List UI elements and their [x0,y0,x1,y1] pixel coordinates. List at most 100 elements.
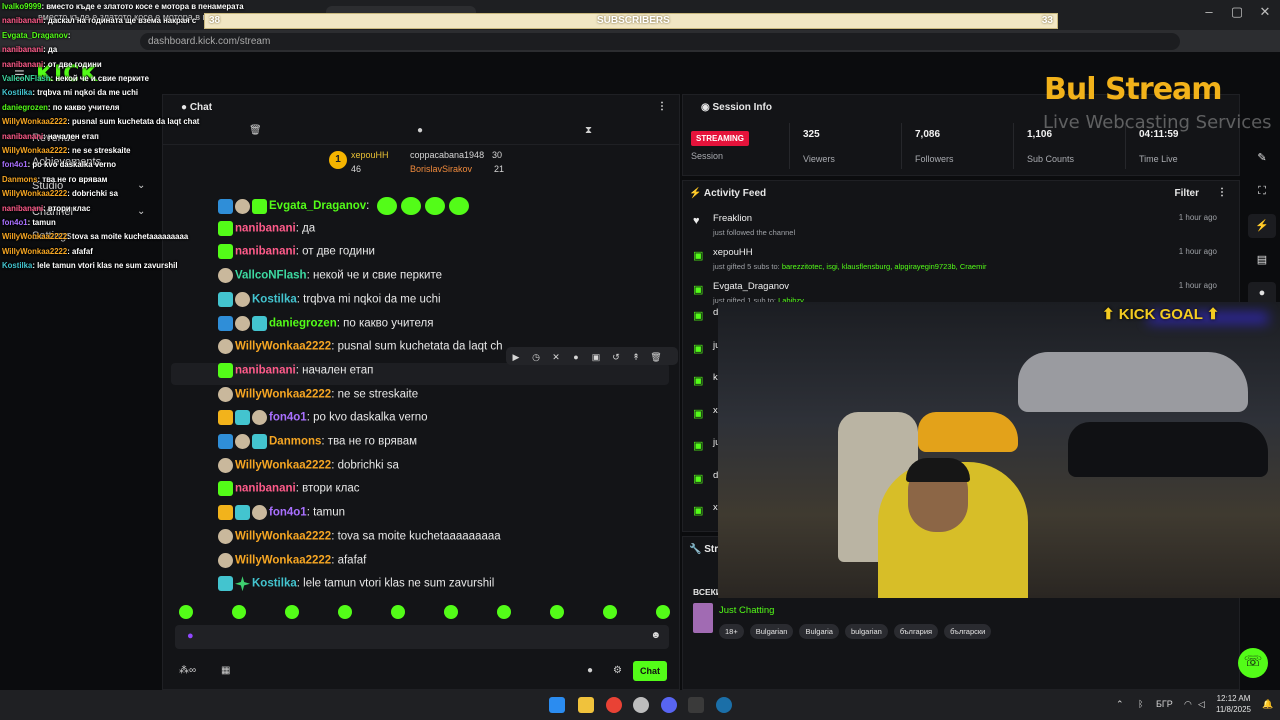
chat-message[interactable]: Kostilka: lele tamun vtori klas ne sum z… [163,576,671,598]
more-options-icon[interactable]: ⋮ [1217,187,1227,198]
trash-icon[interactable]: 🗑 [249,125,262,136]
chat-input[interactable] [175,625,615,647]
chat-username[interactable]: nanibanani [235,483,296,495]
stream-tag[interactable]: Bulgaria [799,624,839,639]
chat-username[interactable]: fon4o1 [269,507,307,519]
play-icon[interactable]: ▶ [506,349,526,363]
file-explorer-icon[interactable] [578,697,594,713]
stream-tag[interactable]: Bulgarian [749,624,794,639]
emote-icon[interactable] [179,605,193,619]
chevron-down-icon[interactable]: ⌄ [137,206,145,217]
stream-tag[interactable]: български [944,624,992,639]
chat-username[interactable]: WillyWonkaa2222 [235,341,331,353]
chat-username[interactable]: nanibanani [235,246,296,258]
activity-rail-icon[interactable]: ⚡ [1248,214,1276,238]
notes-icon[interactable]: ▤ [1248,248,1276,272]
more-options-icon[interactable]: ⋮ [657,101,667,112]
maximize-icon[interactable]: ▢ [1222,4,1252,20]
emote-icon[interactable] [391,605,405,619]
undo-icon[interactable]: ↺ [606,349,626,363]
emoji-icon[interactable]: ☻ [650,630,661,641]
chat-message[interactable]: WillyWonkaa2222: tova sa moite kuchetaaa… [163,528,671,551]
chat-bubble-icon[interactable]: ● [417,125,423,136]
category-name[interactable]: Just Chatting [719,605,774,616]
chat-username[interactable]: Kostilka [252,578,297,590]
emote-icon[interactable] [656,605,670,619]
chat-message[interactable]: daniegrozen: по какво учителя [163,315,671,338]
pin-icon[interactable]: ↟ [626,349,646,363]
chat-message[interactable]: WillyWonkaa2222: dobrichki sa [163,457,671,480]
support-chat-icon[interactable]: ☏ [1238,648,1268,678]
chat-username[interactable]: WillyWonkaa2222 [235,530,331,542]
browser-icon[interactable] [633,697,649,713]
chat-username[interactable]: WillyWonkaa2222 [235,459,331,471]
volume-icon[interactable]: ◁ [1198,699,1205,710]
emote-icon[interactable] [285,605,299,619]
points-icon[interactable]: ⁂∞ [179,665,196,676]
chevron-down-icon[interactable]: ⌄ [137,180,145,191]
hourglass-icon[interactable]: ⧗ [585,125,592,136]
chat-message[interactable]: WillyWonkaa2222: ne se streskaite [163,386,671,409]
chat-message[interactable]: fon4o1: po kvo daskalka verno [163,410,671,432]
terminal-icon[interactable] [688,697,704,713]
store-icon[interactable]: ▦ [221,665,230,676]
chat-username[interactable]: WillyWonkaa2222 [235,388,331,400]
chat-username[interactable]: fon4o1 [269,412,307,424]
stream-tag[interactable]: 18+ [719,624,744,639]
chat-message[interactable]: nanibanani: начален етап [171,362,669,385]
windows-start-icon[interactable] [549,697,565,713]
mute-icon[interactable]: ✕ [546,349,566,363]
steam-icon[interactable] [716,697,732,713]
chat-message[interactable]: VallcoNFlash: некой че и свие перките [163,268,671,290]
discord-icon[interactable] [661,697,677,713]
copy-icon[interactable]: ▣ [586,349,606,363]
bluetooth-icon[interactable]: ᛒ [1138,699,1143,709]
clock[interactable]: 12:12 AM 11/8/2025 [1216,693,1251,715]
language-indicator[interactable]: БГР [1156,699,1173,709]
emote-icon[interactable] [232,605,246,619]
chat-message[interactable]: nanibanani: от две години [163,244,671,266]
chrome-icon[interactable] [606,697,622,713]
chat-message[interactable]: Kostilka: trqbva mi nqkoi da me uchi [163,291,671,314]
stream-tag[interactable]: bulgarian [844,624,888,639]
send-chat-button[interactable]: Chat [633,661,667,681]
emote-icon[interactable] [603,605,617,619]
chat-message[interactable]: Evgata_Draganov: [163,197,671,219]
activity-item[interactable]: ♥ Freaklion just followed the channel 1 ho… [693,213,1229,237]
chat-username[interactable]: nanibanani [235,222,296,234]
stream-tag[interactable]: българия [893,624,939,639]
emote-icon[interactable] [338,605,352,619]
chat-username[interactable]: Kostilka [252,293,297,305]
chat-username[interactable]: Danmons [269,436,321,448]
gear-icon[interactable]: ⚙ [613,665,622,676]
filter-button[interactable]: Filter [1175,188,1199,199]
chat-username[interactable]: nanibanani [235,364,296,376]
chat-settings-bubble-icon[interactable]: ● [587,665,593,676]
edit-icon[interactable]: ✎ [1248,146,1276,170]
chat-username[interactable]: Evgata_Draganov [269,200,366,212]
delete-icon[interactable]: 🗑 [646,349,666,363]
chat-message[interactable]: Danmons: тва не го врявам [163,434,671,456]
emote-icon[interactable] [444,605,458,619]
emote-icon[interactable] [497,605,511,619]
close-icon[interactable]: ✕ [1250,4,1280,20]
overlay-chat-line: VallcoNFlash: некой че и свие перките [2,74,149,83]
clock-icon[interactable]: ◷ [526,349,546,363]
chat-username[interactable]: VallcoNFlash [235,270,307,282]
mic-icon[interactable]: ● [187,630,194,642]
minimize-icon[interactable]: – [1194,4,1224,19]
chat-username[interactable]: WillyWonkaa2222 [235,554,331,566]
chat-username[interactable]: daniegrozen [269,317,337,329]
chat-message[interactable]: nanibanani: втори клас [163,481,671,503]
url-field[interactable]: dashboard.kick.com/stream [140,33,1180,50]
chat-message[interactable]: fon4o1: tamun [163,505,671,527]
chat-message[interactable]: WillyWonkaa2222: afafaf [163,552,671,575]
notification-bell-icon[interactable]: 🔔 [1262,699,1273,710]
chat-message[interactable]: nanibanani: да [163,220,671,243]
reply-icon[interactable]: ● [566,349,586,362]
emote-icon[interactable] [550,605,564,619]
activity-item[interactable]: ▣ xepouHH just gifted 5 subs to: barezzito… [693,247,1229,271]
chevron-up-icon[interactable]: ⌃ [1116,699,1124,710]
wifi-icon[interactable]: ◠ [1184,699,1192,710]
fullscreen-icon[interactable]: ⛶ [1248,180,1276,204]
